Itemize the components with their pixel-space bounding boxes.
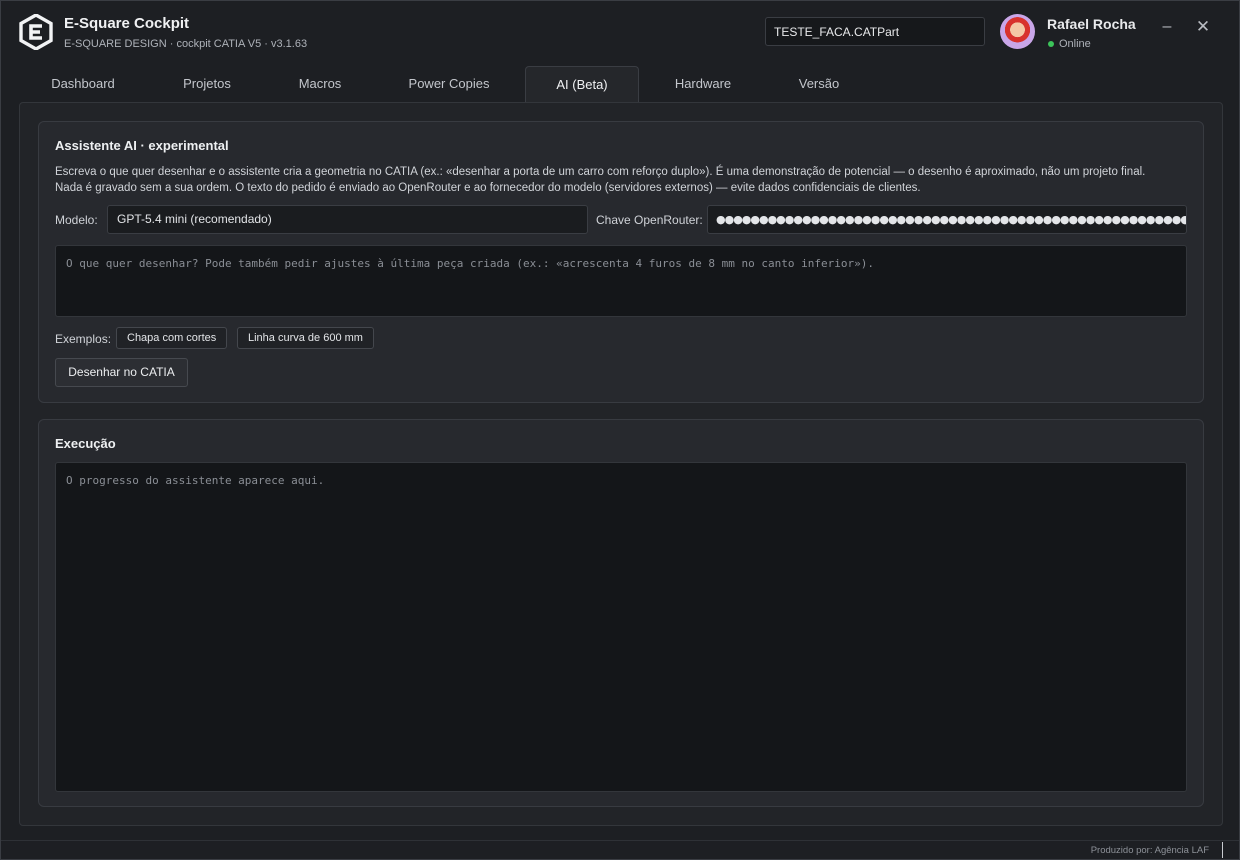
app-subtitle: E-SQUARE DESIGN · cockpit CATIA V5 · v3.… [64,38,308,50]
tab-versao[interactable]: Versão [777,66,861,102]
tab-dashboard[interactable]: Dashboard [31,66,135,102]
close-icon[interactable]: ✕ [1191,15,1215,39]
assistant-description-line-1: Escreva o que quer desenhar e o assisten… [55,166,1146,178]
user-status: Online [1048,38,1091,50]
tab-macros[interactable]: Macros [275,66,365,102]
tab-hardware[interactable]: Hardware [657,66,749,102]
draw-in-catia-button[interactable]: Desenhar no CATIA [55,358,188,387]
assistant-description-line-2: Nada é gravado sem a sua ordem. O texto … [55,182,921,194]
ai-tab-panel: Assistente AI · experimental Escreva o q… [19,102,1223,826]
examples-label: Exemplos: [55,332,112,346]
openrouter-key-label: Chave OpenRouter: [596,213,703,227]
assistant-description: Escreva o que quer desenhar e o assisten… [55,164,1195,196]
avatar[interactable] [1000,14,1035,49]
online-status-dot-icon [1048,41,1054,47]
resize-grip[interactable] [1222,842,1223,858]
app-window: E-Square Cockpit E-SQUARE DESIGN · cockp… [0,0,1240,860]
tab-projetos[interactable]: Projetos [159,66,255,102]
prompt-input[interactable] [55,245,1187,317]
model-select[interactable]: GPT-5.4 mini (recomendado) [107,205,588,234]
execution-card: Execução O progresso do assistente apare… [38,419,1204,807]
app-title: E-Square Cockpit [64,15,190,32]
example-chip-chapa-com-cortes[interactable]: Chapa com cortes [116,327,228,349]
assistant-title: Assistente AI · experimental [55,138,229,153]
execution-title: Execução [55,436,116,451]
user-status-label: Online [1059,38,1091,50]
execution-log[interactable]: O progresso do assistente aparece aqui. [55,462,1187,792]
user-name: Rafael Rocha [1047,16,1136,32]
model-label: Modelo: [55,213,98,227]
footer-divider [1,840,1239,841]
example-chip-linha-curva[interactable]: Linha curva de 600 mm [237,327,374,349]
tab-power-copies[interactable]: Power Copies [389,66,509,102]
assistant-card: Assistente AI · experimental Escreva o q… [38,121,1204,403]
footer-credit: Produzido por: Agência LAF [1090,845,1209,856]
active-document-field[interactable] [765,17,985,46]
tab-ai-beta[interactable]: AI (Beta) [525,66,639,103]
openrouter-key-field[interactable]: ●●●●●●●●●●●●●●●●●●●●●●●●●●●●●●●●●●●●●●●●… [707,205,1187,234]
minimize-icon[interactable]: – [1155,15,1179,39]
e-square-logo-icon [19,14,53,50]
